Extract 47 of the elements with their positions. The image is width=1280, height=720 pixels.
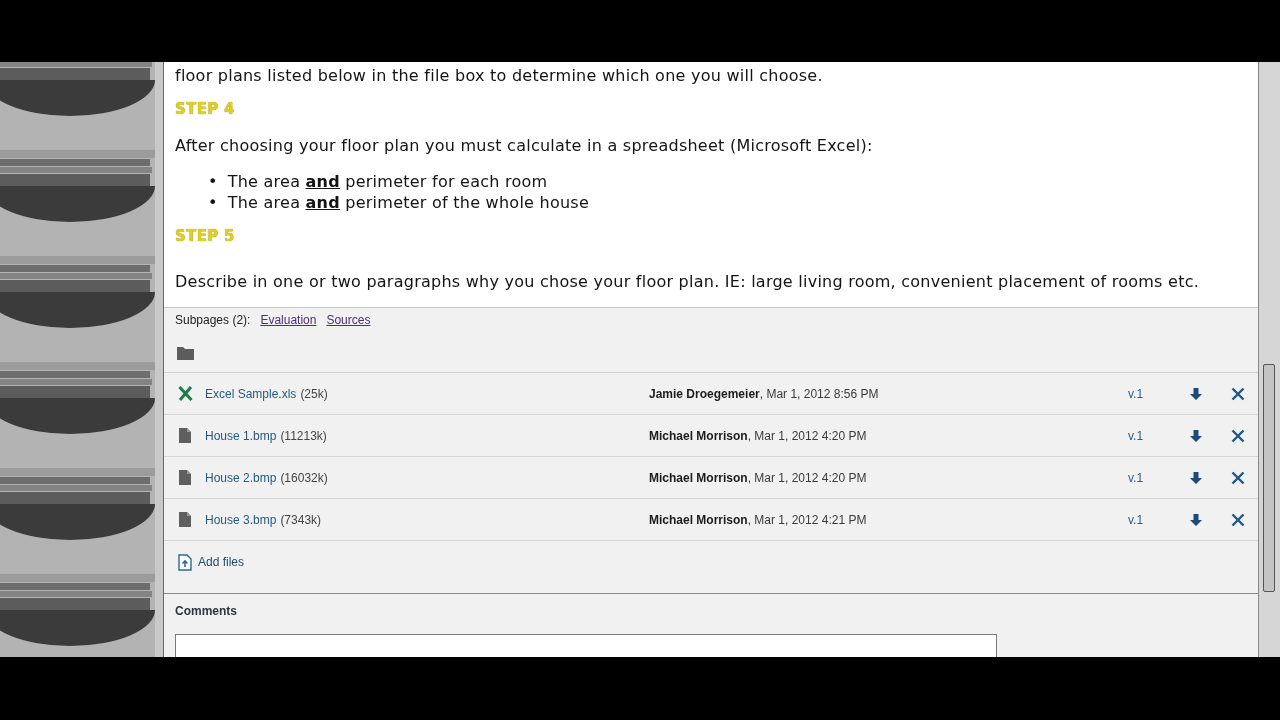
file-icon [179,470,191,485]
bullet-text: The area and perimeter of the whole house [227,192,589,213]
version-link[interactable]: v.1 [1128,386,1144,401]
bullet-marker: • [208,171,218,192]
close-icon[interactable] [1231,512,1245,527]
download-icon[interactable] [1189,512,1203,527]
step-heading: STEP 5 [175,226,235,246]
comment-field[interactable] [175,634,997,657]
step-heading: STEP 4 [175,99,235,119]
file-link[interactable]: House 2.bmp [205,470,277,485]
close-icon[interactable] [1231,386,1245,401]
upload-info: Michael Morrison, Mar 1, 2012 4:21 PM [649,512,867,527]
file-upload-icon[interactable] [178,554,192,571]
download-icon[interactable] [1189,470,1203,485]
version-link[interactable]: v.1 [1128,512,1144,527]
file-size: (16032k) [280,470,328,485]
close-icon[interactable] [1231,428,1245,443]
upload-info: Michael Morrison, Mar 1, 2012 4:20 PM [649,470,867,485]
upload-info: Jamie Droegemeier, Mar 1, 2012 8:56 PM [649,386,879,401]
scrollbar[interactable] [1258,62,1280,657]
comments-heading: Comments [175,603,237,619]
file-size: (7343k) [280,512,322,527]
file-icon [179,512,191,527]
spreadsheet-icon [177,386,193,401]
file-link[interactable]: House 1.bmp [205,428,277,443]
file-icon [179,428,191,443]
paragraph: Describe in one or two paragraphs why you chose your floor plan. IE: large living room, convenient placement of rooms etc. [175,272,1200,292]
paragraph: floor plans listed below in the file box to determine which one you will choose. [175,66,823,86]
bullet-text: The area and perimeter for each room [227,171,548,192]
file-link[interactable]: House 3.bmp [205,512,277,527]
version-link[interactable]: v.1 [1128,470,1144,485]
bullet-marker: • [208,192,218,213]
version-link[interactable]: v.1 [1128,428,1144,443]
add-files-link[interactable]: Add files [198,554,245,570]
subpage-link[interactable]: Sources [326,312,371,328]
upload-info: Michael Morrison, Mar 1, 2012 4:20 PM [649,428,867,443]
download-icon[interactable] [1189,386,1203,401]
folder-icon[interactable] [177,346,194,360]
download-icon[interactable] [1189,428,1203,443]
scrollbar-thumb[interactable] [1263,364,1275,592]
file-size: (25k) [300,386,328,401]
close-icon[interactable] [1231,470,1245,485]
file-link[interactable]: Excel Sample.xls [205,386,297,401]
subpages-label: Subpages (2): [175,312,251,328]
file-size: (11213k) [280,428,327,443]
subpage-link[interactable]: Evaluation [260,312,317,328]
paragraph: After choosing your floor plan you must calculate in a spreadsheet (Microsoft Excel): [175,136,873,156]
